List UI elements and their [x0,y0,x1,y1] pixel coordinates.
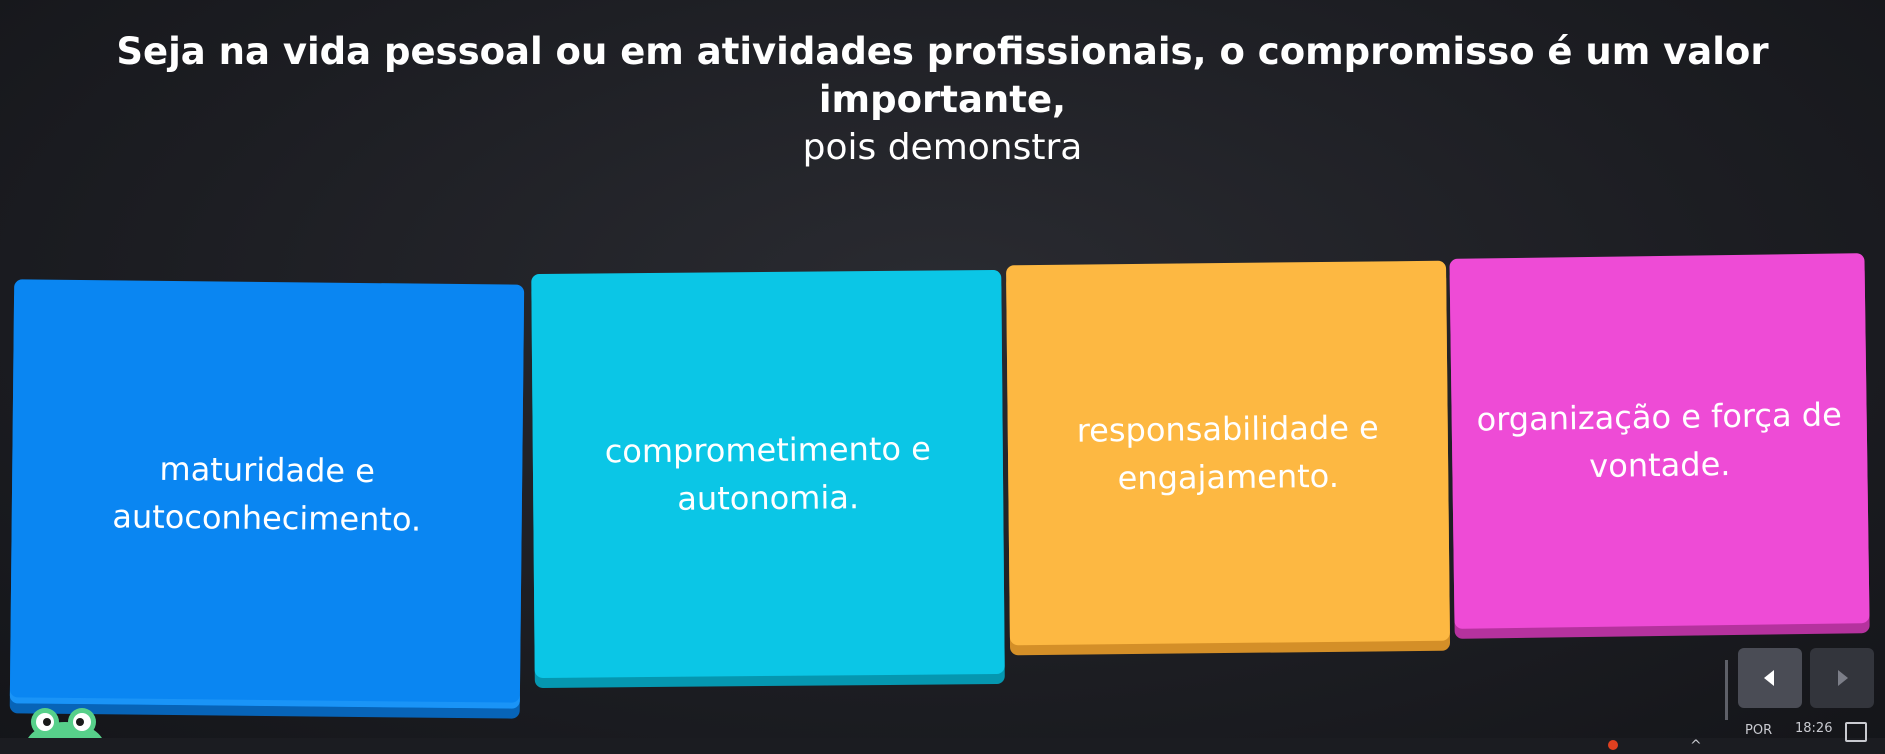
chevron-right-icon [1838,670,1848,686]
chevron-left-icon [1764,670,1774,686]
answer-option-2-line-2: autonomia. [677,478,860,518]
answer-option-4[interactable]: organização e força de vontade. [1449,253,1870,629]
status-dot-icon [1608,740,1618,750]
question-text: Seja na vida pessoal ou em atividades pr… [0,28,1885,172]
notification-icon[interactable] [1845,722,1867,742]
nav-divider [1725,660,1728,720]
answer-option-1[interactable]: maturidade e autoconhecimento. [9,279,525,709]
taskbar [0,738,1885,754]
quiz-screen: Seja na vida pessoal ou em atividades pr… [0,0,1885,754]
answer-option-3[interactable]: responsabilidade e engajamento. [1006,260,1450,646]
question-line-2: pois demonstra [802,127,1083,168]
answer-option-1-line-1: maturidade e [159,449,376,491]
previous-button[interactable] [1738,648,1802,708]
answer-option-3-line-1: responsabilidade e [1076,408,1379,450]
answer-option-4-line-1: organização e força de [1476,395,1842,439]
question-line-1: Seja na vida pessoal ou em atividades pr… [116,30,1769,121]
answer-option-4-line-2: vontade. [1589,445,1731,485]
answer-option-2-line-1: comprometimento e [604,429,931,471]
answer-option-2[interactable]: comprometimento e autonomia. [531,269,1005,679]
chevron-up-icon[interactable]: ^ [1690,738,1702,754]
next-button[interactable] [1810,648,1874,708]
taskbar-clock[interactable]: 18:26 [1795,722,1832,736]
answer-option-1-line-2: autoconhecimento. [112,497,422,539]
taskbar-language[interactable]: POR [1745,724,1772,738]
answer-option-3-line-2: engajamento. [1117,456,1340,498]
